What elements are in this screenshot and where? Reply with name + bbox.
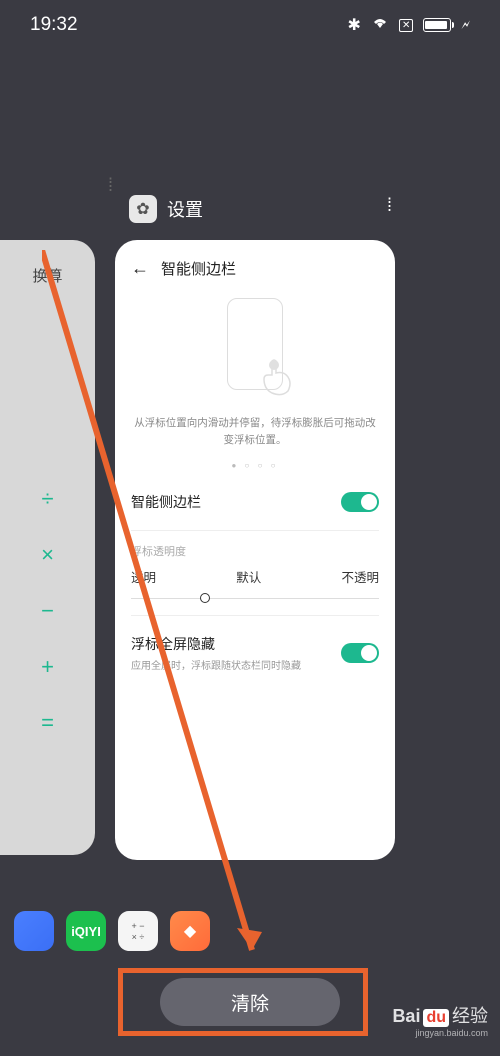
opacity-section-label: 浮标透明度 (131, 543, 379, 559)
dock-app-cleaner[interactable]: ◆ (170, 911, 210, 951)
sidebar-illustration (131, 279, 379, 409)
minus-op: − (41, 598, 54, 624)
recent-app-card-settings[interactable]: ← 智能侧边栏 从浮标位置向内滑动并停留，待浮标膨胀后可拖动改变浮标位置。 ● … (115, 240, 395, 860)
watermark-du: du (423, 1009, 449, 1027)
data-off-icon: ✕ (399, 19, 413, 32)
smart-sidebar-label: 智能侧边栏 (131, 492, 201, 512)
settings-app-icon: ✿ (129, 195, 157, 223)
dock-app-iqiyi[interactable]: iQIYI (66, 911, 106, 951)
smart-sidebar-row: 智能侧边栏 (131, 482, 379, 522)
opacity-opaque: 不透明 (341, 567, 379, 586)
smart-sidebar-toggle[interactable] (341, 492, 379, 512)
divide-op: ÷ (41, 486, 53, 512)
fullscreen-hide-row: 浮标全屏隐藏 应用全屏时，浮标跟随状态栏同时隐藏 (131, 624, 379, 682)
wifi-icon (371, 16, 389, 35)
watermark-jingyan: 经验 (452, 1002, 488, 1028)
battery-icon (423, 18, 451, 32)
opacity-slider[interactable] (131, 598, 379, 599)
dock-app-files[interactable] (14, 911, 54, 951)
app-name-label: 设置 (167, 196, 203, 222)
dock: iQIYI + −× ÷ ◆ (14, 911, 210, 951)
multiply-op: × (41, 542, 54, 568)
equals-op: = (41, 710, 54, 736)
dock-app-calculator[interactable]: + −× ÷ (118, 911, 158, 951)
app-more-button[interactable]: ⁞ (387, 195, 392, 216)
charging-icon: 🗲 (461, 17, 470, 33)
status-icons: ✱ ✕ 🗲 (348, 15, 470, 35)
page-dots: ● ○ ○ ○ (131, 461, 379, 470)
back-arrow-icon[interactable]: ← (131, 258, 149, 279)
opacity-transparent: 透明 (131, 567, 156, 586)
fullscreen-hide-label: 浮标全屏隐藏 (131, 634, 301, 654)
annotation-box (118, 968, 368, 1036)
lock-icon: ⁞ (108, 175, 113, 196)
fullscreen-hide-toggle[interactable] (341, 643, 379, 663)
calculator-title: 换算 (0, 265, 95, 286)
status-time: 19:32 (30, 14, 78, 36)
status-bar: 19:32 ✱ ✕ 🗲 (0, 0, 500, 50)
watermark: Baidu 经验 jingyan.baidu.com (392, 1002, 488, 1038)
plus-op: + (41, 654, 54, 680)
calculator-ops: ÷ × − + = (0, 486, 95, 736)
instruction-text: 从浮标位置向内滑动并停留，待浮标膨胀后可拖动改变浮标位置。 (131, 415, 379, 449)
opacity-default: 默认 (236, 567, 261, 586)
watermark-bai: Bai (392, 1006, 420, 1027)
opacity-labels: 透明 默认 不透明 (131, 567, 379, 586)
watermark-url: jingyan.baidu.com (415, 1028, 488, 1038)
fullscreen-hide-sub: 应用全屏时，浮标跟随状态栏同时隐藏 (131, 657, 301, 672)
page-title: 智能侧边栏 (161, 258, 236, 279)
app-header: ✿ 设置 (129, 195, 203, 223)
bluetooth-icon: ✱ (348, 15, 361, 35)
recent-app-card-calculator[interactable]: 换算 ÷ × − + = (0, 240, 95, 855)
